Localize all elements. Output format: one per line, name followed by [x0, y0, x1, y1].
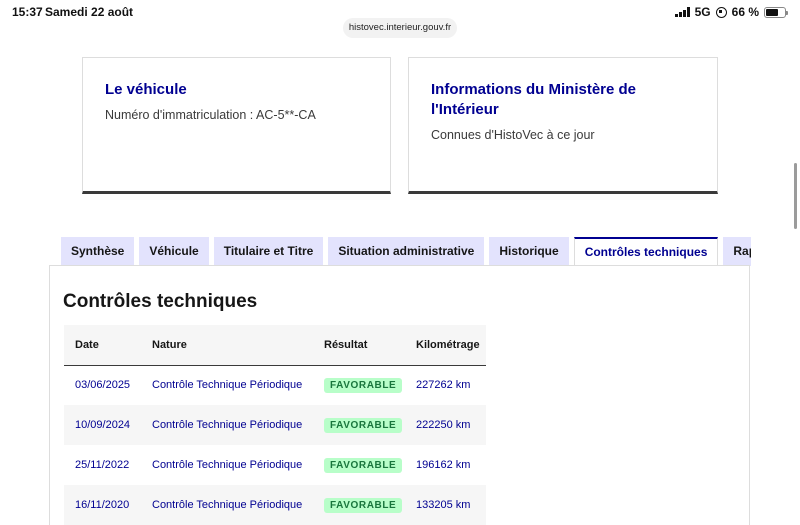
cell-mileage: 227262 km	[416, 379, 471, 392]
column-header-mileage: Kilométrage	[405, 325, 486, 366]
column-header-result: Résultat	[313, 325, 405, 366]
tab-rapport[interactable]: Rap	[723, 237, 751, 266]
tab-situation-administrative[interactable]: Situation administrative	[328, 237, 485, 266]
tab-historique[interactable]: Historique	[489, 237, 569, 266]
table-header-row: Date Nature Résultat Kilométrage	[64, 325, 486, 366]
cell-result: FAVORABLE	[313, 485, 405, 525]
result-badge: FAVORABLE	[324, 417, 403, 433]
status-right: 5G 66 %	[674, 5, 788, 19]
vehicle-card-title: Le véhicule	[105, 81, 187, 98]
column-header-nature: Nature	[141, 325, 313, 366]
result-badge: FAVORABLE	[324, 497, 403, 513]
tab-vehicule[interactable]: Véhicule	[139, 237, 209, 266]
vehicle-card: Le véhicule Numéro d'immatriculation : A…	[82, 57, 391, 194]
battery-percent: 66 %	[731, 5, 759, 19]
section-title: Contrôles techniques	[63, 291, 258, 312]
tab-controles-techniques[interactable]: Contrôles techniques	[573, 237, 719, 266]
cell-result: FAVORABLE	[313, 405, 405, 445]
battery-icon	[764, 6, 788, 18]
cell-date: 10/09/2024	[64, 405, 141, 445]
rotation-lock-icon	[715, 6, 727, 18]
ministry-title-line-2: l'Intérieur	[431, 101, 499, 118]
ministry-card: Informations du Ministère de l'Intérieur…	[408, 57, 718, 194]
cell-date: 25/11/2022	[75, 459, 130, 471]
ministry-card-title: Informations du Ministère de l'Intérieur	[431, 80, 695, 120]
cell-mileage: 222250 km	[405, 405, 486, 445]
ministry-title-line-1: Informations du Ministère de	[431, 81, 637, 98]
column-header-date: Date	[64, 325, 141, 366]
table-row: 25/11/2022 Contrôle Technique Périodique…	[64, 445, 486, 485]
result-badge: FAVORABLE	[324, 457, 403, 473]
cell-nature: Contrôle Technique Périodique	[141, 485, 313, 525]
ministry-card-text: Connues d'HistoVec à ce jour	[431, 128, 595, 142]
technical-controls-table: Date Nature Résultat Kilométrage 03/06/2…	[64, 325, 486, 525]
cell-nature: Contrôle Technique Périodique	[152, 459, 303, 471]
tab-synthese[interactable]: Synthèse	[61, 237, 135, 266]
network-type: 5G	[694, 5, 711, 19]
cell-result: FAVORABLE	[313, 445, 405, 485]
cell-date: 03/06/2025	[75, 379, 131, 392]
cell-mileage: 133205 km	[405, 485, 486, 525]
registration-number: Numéro d'immatriculation : AC-5**-CA	[105, 108, 316, 122]
table-row: 10/09/2024 Contrôle Technique Périodique…	[64, 405, 486, 445]
cell-nature: Contrôle Technique Périodique	[141, 405, 313, 445]
cellular-signal-icon	[674, 7, 690, 17]
cell-mileage: 196162 km	[416, 459, 471, 471]
cell-nature: Contrôle Technique Périodique	[152, 379, 303, 392]
table-row: 03/06/2025 Contrôle Technique Périodique…	[64, 365, 486, 405]
tab-titulaire[interactable]: Titulaire et Titre	[213, 237, 324, 266]
url-bar[interactable]: histovec.interieur.gouv.fr	[343, 18, 457, 38]
cell-date: 16/11/2020	[64, 485, 141, 525]
status-date: Samedi 22 août	[45, 5, 134, 19]
tab-bar: Synthèse Véhicule Titulaire et Titre Sit…	[61, 237, 751, 266]
table-row: 16/11/2020 Contrôle Technique Périodique…	[64, 485, 486, 525]
cell-result: FAVORABLE	[313, 365, 405, 405]
status-time: 15:37	[12, 5, 43, 19]
result-badge: FAVORABLE	[324, 377, 403, 393]
page-scrollbar[interactable]	[794, 163, 797, 229]
